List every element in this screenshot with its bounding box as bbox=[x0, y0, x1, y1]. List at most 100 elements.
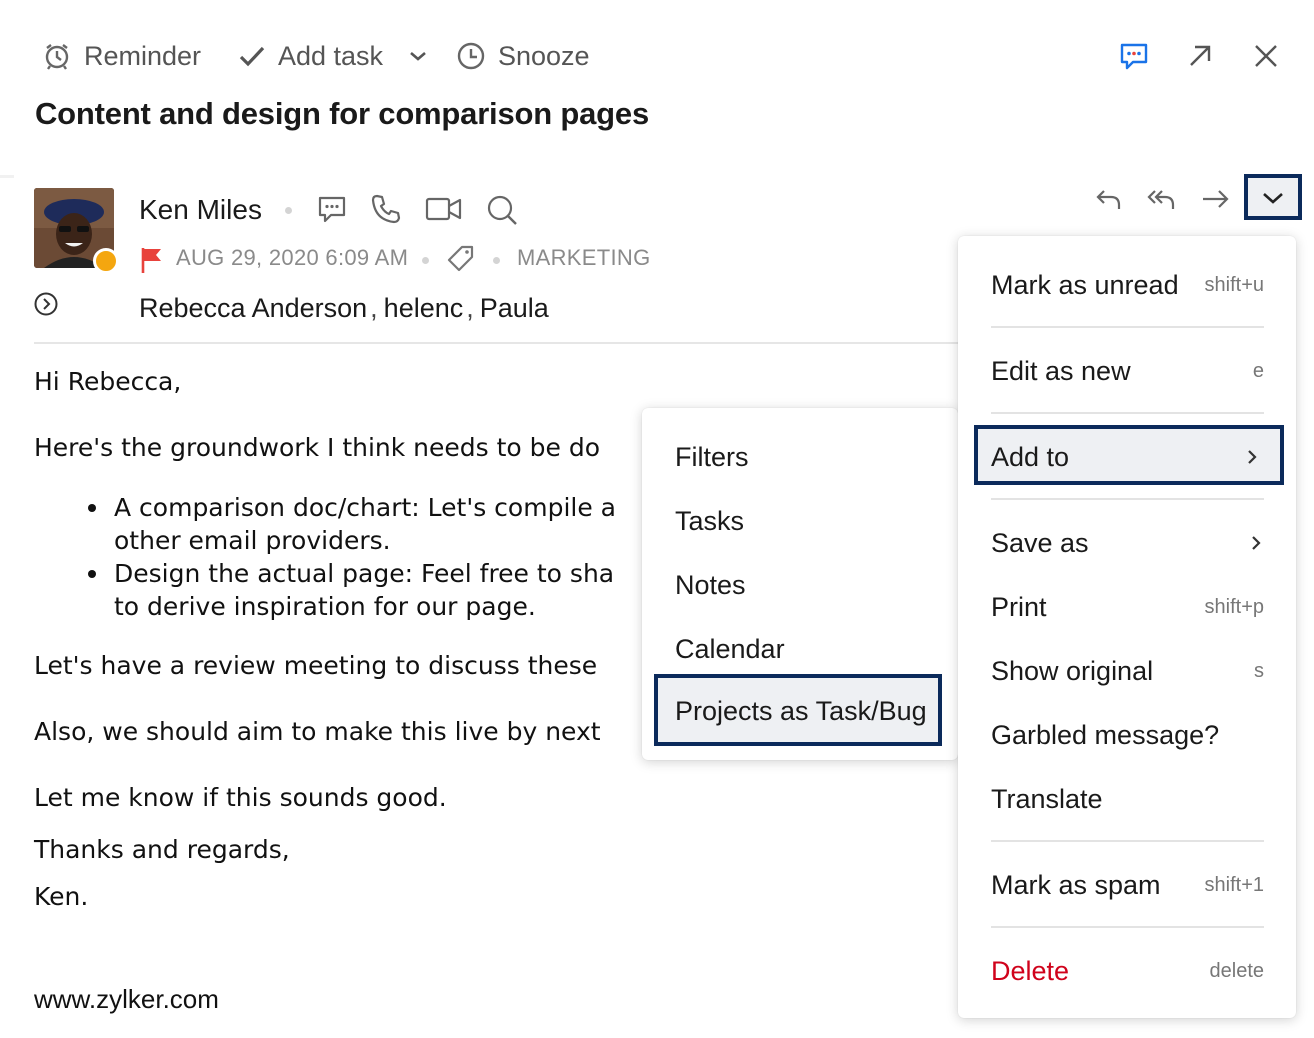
reminder-button[interactable]: Reminder bbox=[42, 36, 201, 76]
reply-all-icon bbox=[1146, 184, 1178, 214]
submenu-item-label: Projects as Task/Bug bbox=[675, 696, 927, 726]
reply-button[interactable] bbox=[1094, 184, 1124, 214]
call-button[interactable] bbox=[370, 193, 402, 225]
recipient-separator: , bbox=[466, 293, 474, 323]
menu-item-mark-unread[interactable]: Mark as unread shift+u bbox=[991, 268, 1264, 302]
body-line: Here's the groundwork I think needs to b… bbox=[34, 433, 601, 462]
close-button[interactable] bbox=[1252, 42, 1280, 70]
search-sender-button[interactable] bbox=[486, 194, 518, 226]
reply-all-button[interactable] bbox=[1146, 184, 1178, 214]
chat-icon bbox=[316, 193, 348, 225]
reply-icon bbox=[1094, 184, 1124, 214]
video-camera-icon bbox=[425, 194, 463, 224]
menu-item-label: Delete bbox=[991, 955, 1070, 986]
submenu-item-projects[interactable]: Projects as Task/Bug bbox=[654, 674, 942, 746]
email-subject: Content and design for comparison pages bbox=[35, 96, 649, 131]
chevron-down-icon bbox=[1260, 186, 1286, 210]
separator-dot bbox=[422, 257, 429, 264]
menu-item-shortcut: s bbox=[1254, 659, 1264, 682]
add-task-label: Add task bbox=[278, 40, 384, 71]
menu-item-garbled-message[interactable]: Garbled message? bbox=[991, 718, 1264, 752]
forward-button[interactable] bbox=[1200, 184, 1232, 214]
chat-button[interactable] bbox=[1118, 40, 1150, 72]
submenu-item-filters[interactable]: Filters bbox=[675, 442, 749, 473]
menu-divider bbox=[991, 412, 1264, 414]
search-icon bbox=[486, 194, 518, 226]
menu-item-label: Show original bbox=[991, 655, 1154, 686]
body-bullet: Design the actual page: Feel free to sha bbox=[114, 559, 615, 588]
menu-divider bbox=[991, 840, 1264, 842]
body-line: Also, we should aim to make this live by… bbox=[34, 717, 601, 746]
menu-item-show-original[interactable]: Show original s bbox=[991, 654, 1264, 688]
chat-icon bbox=[1118, 40, 1150, 72]
reminder-label: Reminder bbox=[84, 40, 202, 71]
tag-button[interactable] bbox=[446, 244, 476, 274]
add-task-button[interactable]: Add task bbox=[238, 36, 383, 76]
presence-indicator bbox=[93, 248, 119, 274]
menu-item-label: Edit as new bbox=[991, 355, 1131, 386]
recipient[interactable]: Rebecca Anderson bbox=[139, 293, 367, 323]
add-to-submenu: Filters Tasks Notes Calendar Projects as… bbox=[642, 408, 958, 760]
menu-item-translate[interactable]: Translate bbox=[991, 782, 1264, 816]
menu-item-label: Print bbox=[991, 591, 1047, 622]
sender-name[interactable]: Ken Miles bbox=[139, 194, 262, 226]
body-bullet: to derive inspiration for our page. bbox=[114, 592, 536, 621]
menu-item-delete[interactable]: Delete delete bbox=[991, 954, 1264, 988]
body-bullet: other email providers. bbox=[114, 526, 391, 555]
chevron-right-icon bbox=[1244, 448, 1260, 466]
folder-label[interactable]: MARKETING bbox=[517, 245, 651, 271]
expand-recipients-button[interactable] bbox=[34, 292, 58, 316]
chevron-right-icon bbox=[1248, 534, 1264, 552]
recipients-list: Rebecca Anderson, helenc, Paula bbox=[139, 293, 549, 324]
menu-item-add-to[interactable]: Add to bbox=[974, 425, 1284, 485]
chevron-right-circle-icon bbox=[34, 292, 58, 316]
close-icon bbox=[1252, 42, 1280, 70]
menu-item-mark-spam[interactable]: Mark as spam shift+1 bbox=[991, 868, 1264, 902]
body-greeting: Hi Rebecca, bbox=[34, 367, 182, 396]
menu-item-shortcut: shift+1 bbox=[1204, 873, 1264, 896]
flag-icon bbox=[140, 247, 164, 273]
separator-dot bbox=[285, 207, 292, 214]
menu-item-edit-as-new[interactable]: Edit as new e bbox=[991, 354, 1264, 388]
menu-item-label: Garbled message? bbox=[991, 719, 1220, 750]
arrow-right-icon bbox=[1200, 184, 1232, 214]
add-task-dropdown[interactable] bbox=[406, 44, 430, 68]
menu-divider bbox=[991, 498, 1264, 500]
header-divider bbox=[34, 342, 958, 344]
menu-item-label: Mark as unread bbox=[991, 269, 1179, 300]
snooze-button[interactable]: Snooze bbox=[456, 36, 590, 76]
email-date: AUG 29, 2020 6:09 AM bbox=[176, 245, 409, 270]
arrow-up-right-icon bbox=[1186, 42, 1214, 70]
menu-item-shortcut: shift+u bbox=[1204, 273, 1264, 296]
pop-out-button[interactable] bbox=[1186, 42, 1214, 70]
body-line: Let's have a review meeting to discuss t… bbox=[34, 651, 598, 680]
chevron-down-icon bbox=[406, 44, 430, 68]
menu-item-shortcut: shift+p bbox=[1204, 595, 1264, 618]
submenu-item-tasks[interactable]: Tasks bbox=[675, 506, 744, 537]
bullet-marker bbox=[88, 504, 96, 512]
website-link[interactable]: www.zylker.com bbox=[34, 984, 219, 1015]
alarm-clock-icon bbox=[42, 41, 72, 71]
clock-icon bbox=[456, 41, 486, 71]
submenu-item-notes[interactable]: Notes bbox=[675, 570, 746, 601]
body-signoff: Thanks and regards, bbox=[34, 835, 290, 864]
more-actions-menu: Mark as unread shift+u Edit as new e Add… bbox=[958, 236, 1296, 1018]
recipient[interactable]: Paula bbox=[480, 293, 549, 323]
snooze-label: Snooze bbox=[498, 40, 590, 71]
menu-item-print[interactable]: Print shift+p bbox=[991, 590, 1264, 624]
separator-dot bbox=[493, 257, 500, 264]
recipient[interactable]: helenc bbox=[384, 293, 464, 323]
more-actions-button[interactable] bbox=[1244, 174, 1302, 220]
menu-item-shortcut: e bbox=[1252, 359, 1264, 382]
submenu-item-calendar[interactable]: Calendar bbox=[675, 634, 785, 665]
chat-with-sender-button[interactable] bbox=[316, 193, 348, 225]
divider bbox=[0, 175, 14, 178]
flag-button[interactable] bbox=[140, 247, 164, 273]
menu-item-label: Save as bbox=[991, 527, 1089, 558]
menu-divider bbox=[991, 926, 1264, 928]
body-line: Let me know if this sounds good. bbox=[34, 783, 447, 812]
menu-item-label: Add to bbox=[991, 442, 1070, 472]
video-call-button[interactable] bbox=[425, 194, 463, 224]
menu-item-save-as[interactable]: Save as bbox=[991, 526, 1264, 560]
checkmark-icon bbox=[238, 42, 266, 70]
